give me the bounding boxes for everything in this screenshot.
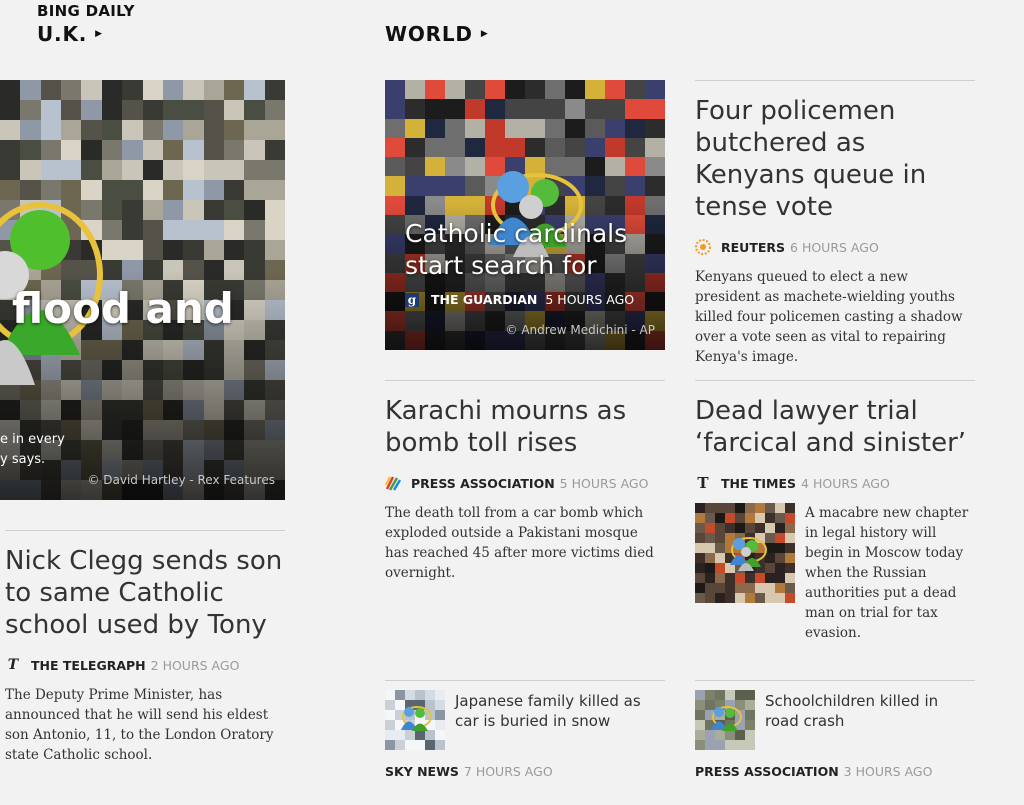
headline: Four policemen butchered as Kenyans queu…	[695, 96, 927, 222]
headline: Karachi mourns as bomb toll rises	[385, 396, 627, 458]
source-name: THE TELEGRAPH	[31, 657, 146, 673]
section-world-label: WORLD	[385, 22, 473, 46]
messenger-placeholder-icon	[711, 706, 742, 731]
app-title: BING DAILY	[37, 2, 135, 20]
story-lawyer-thumbnail	[695, 503, 795, 603]
section-uk-label: U.K.	[37, 22, 88, 46]
uk-hero-credit: © David Hartley - Rex Features	[87, 473, 275, 487]
headline: Nick Clegg sends son to same Catholic sc…	[5, 546, 283, 640]
source-name: REUTERS	[721, 239, 786, 255]
story-lawyer-summary: A macabre new chapter in legal history w…	[805, 505, 969, 641]
story-karachi[interactable]: Karachi mourns as bomb toll rises PRESS …	[385, 395, 665, 583]
source-name: SKY NEWS	[385, 764, 459, 779]
world-hero-source: g THE GUARDIAN 5 HOURS AGO	[405, 292, 634, 307]
story-japan-thumbnail	[385, 690, 445, 750]
times-logo-icon: T	[697, 474, 709, 492]
source-time: 7 HOURS AGO	[463, 764, 553, 779]
source-time: 3 HOURS AGO	[843, 764, 933, 779]
section-uk-link[interactable]: U.K. ▶	[37, 22, 103, 46]
press-association-logo-icon	[385, 475, 401, 491]
story-clegg[interactable]: Nick Clegg sends son to same Catholic sc…	[5, 545, 290, 765]
triangle-right-icon: ▶	[480, 29, 489, 39]
source-time: 5 HOURS AGO	[559, 475, 649, 491]
summary: The death toll from a car bomb which exp…	[385, 505, 654, 581]
messenger-placeholder-icon	[730, 537, 767, 571]
source-time: 5 HOURS AGO	[545, 292, 635, 307]
source-time: 6 HOURS AGO	[790, 239, 879, 255]
headline: Japanese family killed as car is buried …	[455, 692, 641, 730]
uk-hero-snippet-1: e in every	[0, 432, 65, 447]
uk-hero-snippet-2: y says.	[0, 452, 46, 467]
source-name: THE GUARDIAN	[431, 292, 538, 307]
source-time: 4 HOURS AGO	[801, 475, 890, 491]
source-name: THE TIMES	[721, 475, 797, 491]
world-hero-title-2: start search for	[405, 251, 597, 280]
source-name: PRESS ASSOCIATION	[695, 764, 839, 779]
messenger-placeholder-icon	[401, 706, 432, 731]
guardian-logo-icon: g	[405, 292, 419, 307]
reuters-logo-icon	[695, 239, 711, 255]
source-time: 2 HOURS AGO	[150, 657, 240, 673]
world-hero-card[interactable]: Catholic cardinals start search for g TH…	[385, 80, 665, 350]
story-lawyer[interactable]: Dead lawyer trial ‘farcical and sinister…	[695, 395, 980, 492]
summary: The Deputy Prime Minister, has announced…	[5, 687, 274, 763]
uk-hero-title: flood and	[12, 284, 234, 333]
headline: Schoolchildren killed in road crash	[765, 692, 939, 730]
story-japan[interactable]: Japanese family killed as car is buried …	[385, 690, 665, 790]
world-hero-title-1: Catholic cardinals	[405, 219, 628, 248]
section-world-link[interactable]: WORLD ▶	[385, 22, 489, 46]
source-name: PRESS ASSOCIATION	[411, 475, 555, 491]
world-hero-credit: © Andrew Medichini - AP	[505, 323, 656, 337]
story-kenya[interactable]: Four policemen butchered as Kenyans queu…	[695, 95, 980, 367]
story-school[interactable]: Schoolchildren killed in road crash PRES…	[695, 690, 980, 790]
headline: Dead lawyer trial ‘farcical and sinister…	[695, 396, 967, 458]
telegraph-logo-icon: T	[7, 657, 19, 673]
uk-hero-card[interactable]: flood and e in every y says. © David Har…	[0, 80, 285, 500]
summary: Kenyans queued to elect a new president …	[695, 269, 963, 365]
story-school-thumbnail	[695, 690, 755, 750]
triangle-right-icon: ▶	[95, 29, 103, 39]
